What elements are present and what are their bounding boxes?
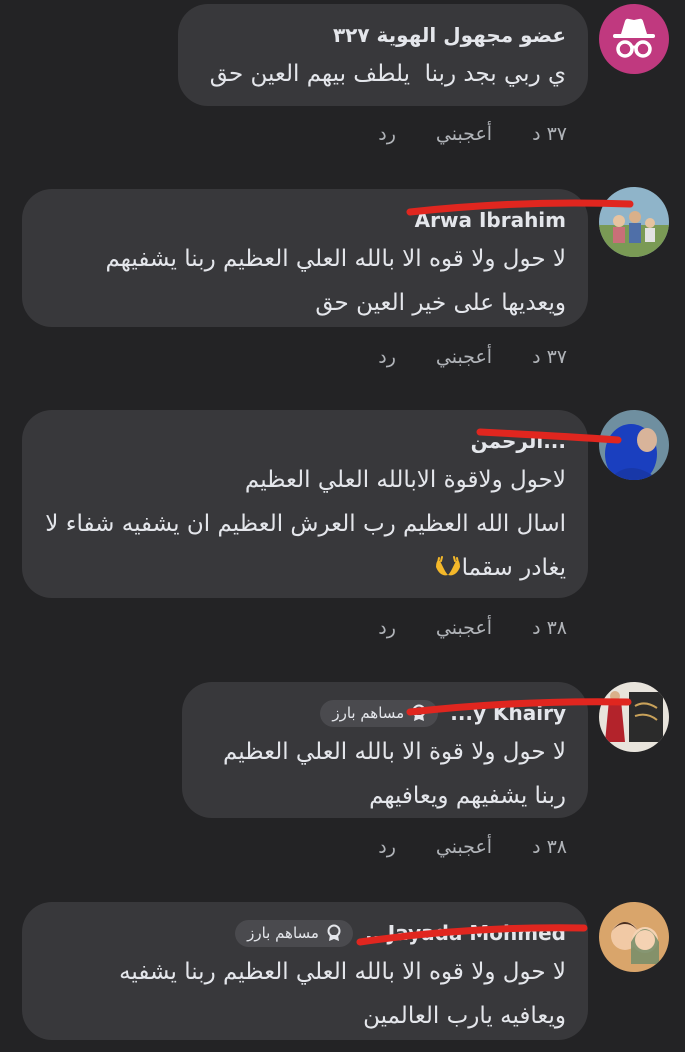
comment-timestamp[interactable]: ٣٨ د <box>532 836 567 858</box>
comment-bubble[interactable]: Arwa Ibrahim لا حول ولا قوه الا بالله ال… <box>22 189 588 327</box>
comment-bubble[interactable]: ...y Khairy مساهم بارز لا حول ولا قوة ال… <box>182 682 588 818</box>
commenter-avatar[interactable] <box>599 902 669 972</box>
badge-label: مساهم بارز <box>247 924 319 942</box>
incognito-icon <box>599 4 669 74</box>
blue-hijab-photo-icon <box>599 410 669 480</box>
commenter-name[interactable]: ...Jayada Mohmed <box>365 921 566 945</box>
commenter-name[interactable]: ...الرحمن <box>471 429 566 453</box>
comment-text: لاحول ولاقوة الابالله العلي العظيم اسال ا… <box>44 458 566 590</box>
commenter-avatar[interactable] <box>599 410 669 480</box>
like-button[interactable]: أعجبني <box>436 617 492 639</box>
top-contributor-badge[interactable]: مساهم بارز <box>320 699 439 727</box>
calligraphy-photo-icon <box>599 682 669 752</box>
comment-text-line: اسال الله العظيم رب العرش العظيم ان يشفي… <box>45 511 566 537</box>
family-photo-icon <box>599 187 669 257</box>
comment-text: لا حول ولا قوة الا بالله العلي العظيم رب… <box>222 739 566 809</box>
commenter-name[interactable]: عضو مجهول الهوية ٣٢٧ <box>333 23 566 47</box>
badge-label: مساهم بارز <box>332 704 405 722</box>
like-button[interactable]: أعجبني <box>436 836 492 858</box>
comment-text-line: يغادر سقما <box>461 555 566 581</box>
reply-button[interactable]: رد <box>378 123 396 145</box>
comment-bubble[interactable]: ...الرحمن لاحول ولاقوة الابالله العلي ال… <box>22 410 588 598</box>
reply-button[interactable]: رد <box>378 346 396 368</box>
commenter-avatar[interactable] <box>599 682 669 752</box>
top-contributor-badge[interactable]: مساهم بارز <box>235 919 353 947</box>
like-button[interactable]: أعجبني <box>436 346 492 368</box>
anonymous-member-avatar[interactable] <box>599 4 669 74</box>
reply-button[interactable]: رد <box>378 836 396 858</box>
open-hands-emoji-icon <box>435 556 460 576</box>
commenter-name[interactable]: ...y Khairy <box>450 701 566 725</box>
cartoon-couple-photo-icon <box>599 902 669 972</box>
comment-bubble[interactable]: عضو مجهول الهوية ٣٢٧ ي ربي بجد ربنا يلطف… <box>178 4 588 106</box>
comment-text-line: لاحول ولاقوة الابالله العلي العظيم <box>244 467 566 493</box>
comment-timestamp[interactable]: ٣٧ د <box>532 123 567 145</box>
award-icon <box>412 704 426 721</box>
reply-button[interactable]: رد <box>378 617 396 639</box>
comment-timestamp[interactable]: ٣٧ د <box>532 346 567 368</box>
commenter-name[interactable]: Arwa Ibrahim <box>415 208 566 232</box>
comment-timestamp[interactable]: ٣٨ د <box>532 617 567 639</box>
comment-text: لا حول ولا قوه الا بالله العلي العظيم رب… <box>119 959 566 1029</box>
comment-bubble[interactable]: ...Jayada Mohmed مساهم بارز لا حول ولا ق… <box>22 902 588 1040</box>
comment-text: ي ربي بجد ربنا يلطف بيهم العين حق <box>209 61 566 87</box>
comment-text: لا حول ولا قوه الا بالله العلي العظيم رب… <box>105 246 567 316</box>
award-icon <box>327 924 341 941</box>
commenter-avatar[interactable] <box>599 187 669 257</box>
like-button[interactable]: أعجبني <box>436 123 492 145</box>
